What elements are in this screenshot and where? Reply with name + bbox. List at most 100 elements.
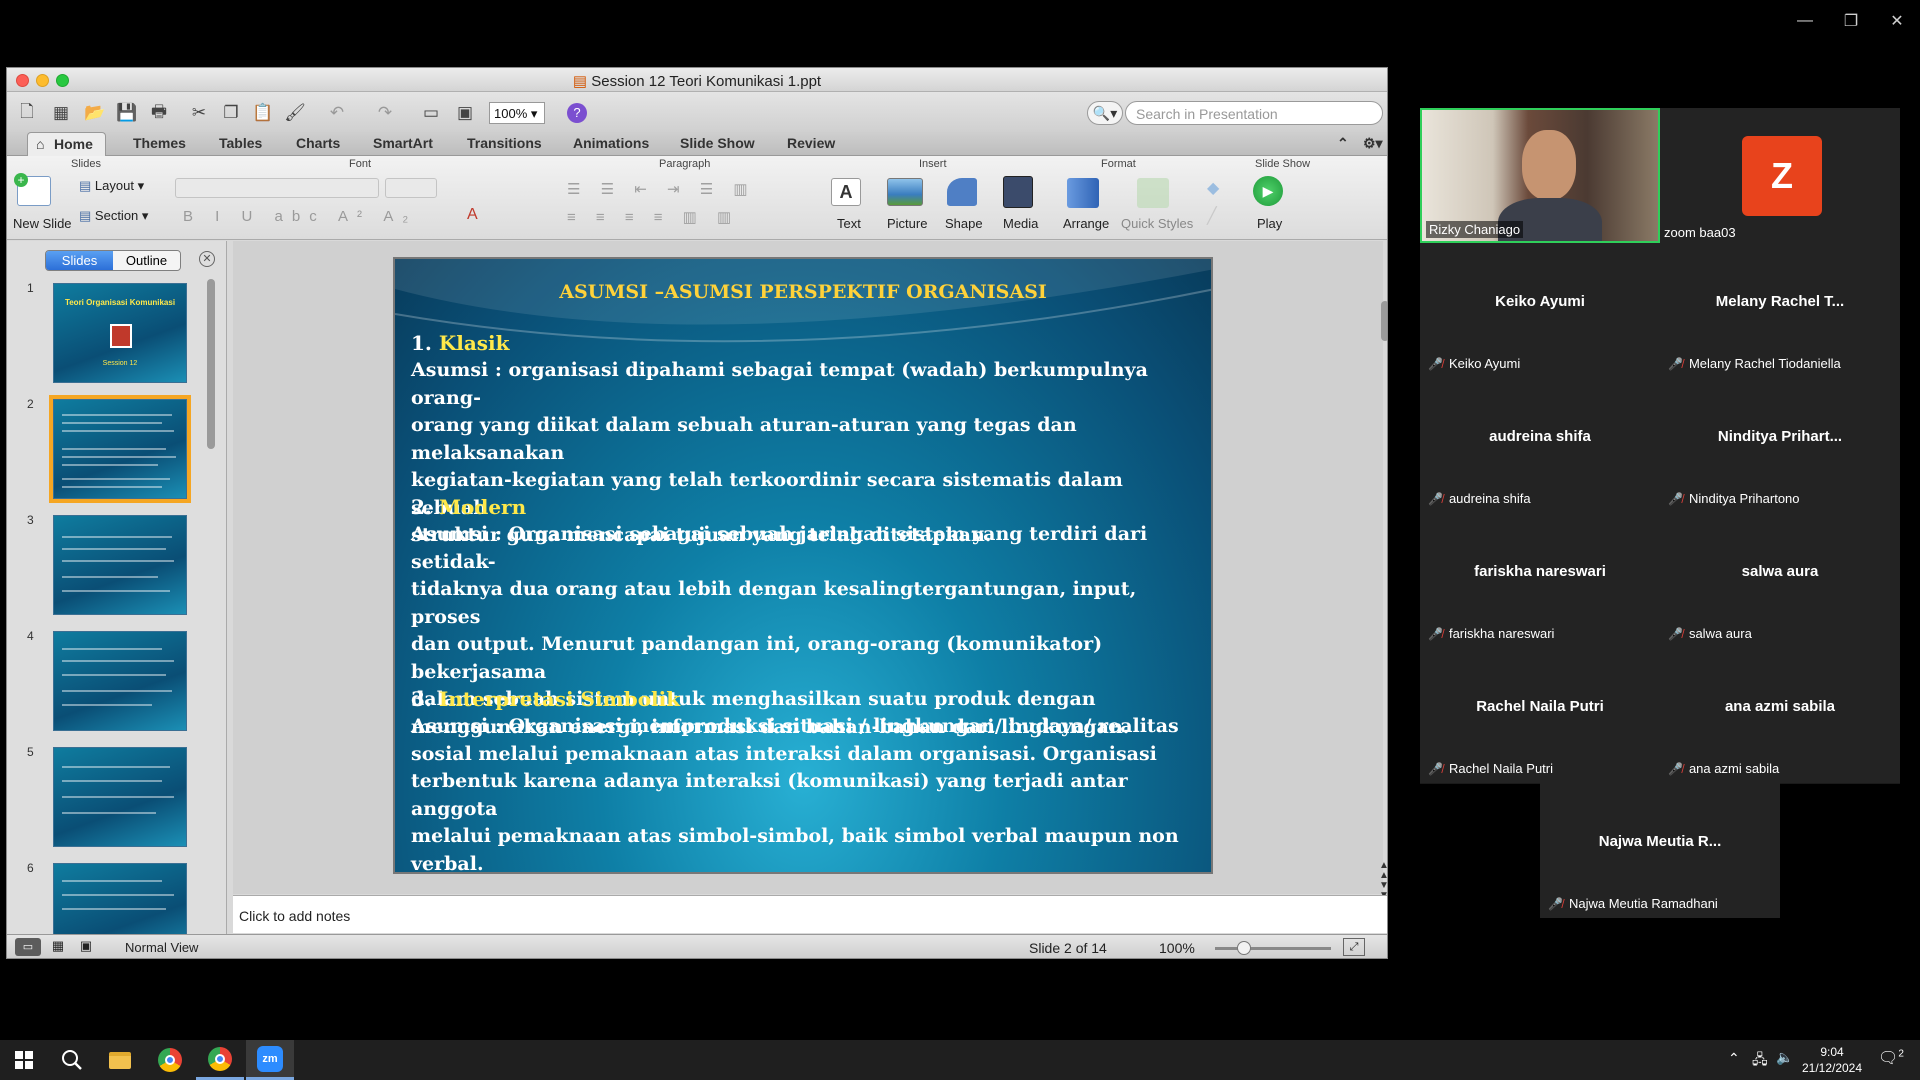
folder-icon: [109, 1051, 131, 1069]
open-icon[interactable]: 📂: [83, 102, 107, 124]
zoom-button[interactable]: zm: [246, 1040, 294, 1080]
video-tile-avatar[interactable]: Z zoom baa03: [1660, 108, 1900, 243]
network-icon[interactable]: 🖧: [1752, 1049, 1768, 1073]
text-box-icon[interactable]: A: [831, 178, 861, 206]
new-slide-icon[interactable]: +: [14, 173, 51, 206]
search-button[interactable]: [48, 1040, 96, 1080]
volume-icon[interactable]: 🔈: [1776, 1049, 1793, 1066]
cut-icon[interactable]: ✂: [187, 102, 211, 124]
search-input[interactable]: Search in Presentation: [1125, 101, 1383, 125]
play-button[interactable]: Play: [1257, 216, 1282, 231]
ribbon-settings-icon[interactable]: ⚙▾: [1363, 135, 1383, 152]
shape-icon[interactable]: [947, 178, 977, 206]
panel-scrollbar[interactable]: [207, 279, 215, 449]
sorter-view-icon[interactable]: ▦: [47, 938, 69, 956]
normal-view-icon[interactable]: ▭: [15, 938, 41, 956]
participant-tile[interactable]: Najwa Meutia R... 🎤̸ Najwa Meutia Ramadhan…: [1540, 783, 1780, 918]
layout-button[interactable]: ▤ Layout ▾: [79, 178, 144, 194]
line-color-icon[interactable]: ╱: [1207, 206, 1229, 225]
media-icon[interactable]: [1003, 176, 1033, 208]
text-button[interactable]: Text: [837, 216, 861, 231]
close-panel-icon[interactable]: ✕: [199, 251, 215, 267]
start-button[interactable]: [0, 1040, 48, 1080]
picture-button[interactable]: Picture: [887, 216, 927, 231]
participant-tile[interactable]: ana azmi sabila 🎤̸ ana azmi sabila: [1660, 648, 1900, 783]
group-paragraph-label: Paragraph: [659, 158, 711, 170]
chrome-button[interactable]: [146, 1040, 194, 1080]
tab-tables[interactable]: Tables: [219, 135, 262, 151]
tab-themes[interactable]: Themes: [133, 135, 186, 151]
zoom-select[interactable]: 100% ▾: [489, 102, 545, 124]
participant-tile[interactable]: Keiko Ayumi 🎤̸ Keiko Ayumi: [1420, 243, 1660, 378]
quick-styles-icon[interactable]: [1137, 178, 1169, 208]
shape-button[interactable]: Shape: [945, 216, 983, 231]
tab-animations[interactable]: Animations: [573, 135, 649, 151]
slide-thumbnail-2[interactable]: [49, 395, 191, 503]
clock[interactable]: 9:04 21/12/2024: [1800, 1044, 1864, 1076]
section-button[interactable]: ▤ Section ▾: [79, 208, 148, 224]
format-painter-icon[interactable]: 🖌: [283, 102, 307, 124]
participant-tile[interactable]: Rachel Naila Putri 🎤̸ Rachel Naila Putri: [1420, 648, 1660, 783]
redo-icon[interactable]: ↷: [373, 102, 397, 124]
tab-charts[interactable]: Charts: [296, 135, 340, 151]
slide-thumbnail-3[interactable]: [53, 515, 187, 615]
zoom-slider-thumb[interactable]: [1237, 941, 1251, 955]
font-color-button[interactable]: A: [467, 206, 478, 224]
video-tile-active-speaker[interactable]: Rizky Chaniago: [1420, 108, 1660, 243]
tab-slide-show[interactable]: Slide Show: [680, 135, 755, 151]
search-icon[interactable]: 🔍▾: [1087, 101, 1123, 125]
slide-thumbnail-4[interactable]: [53, 631, 187, 731]
slide-layout-icon[interactable]: ▭: [419, 102, 443, 124]
participant-tile[interactable]: Melany Rachel T... 🎤̸ Melany Rachel Tiodan…: [1660, 243, 1900, 378]
close-button[interactable]: ✕: [1882, 8, 1912, 34]
media-button[interactable]: Media: [1003, 216, 1038, 231]
tab-transitions[interactable]: Transitions: [467, 135, 542, 151]
arrange-button[interactable]: Arrange: [1063, 216, 1109, 231]
presenter-view-icon[interactable]: ▣: [75, 938, 97, 956]
new-slide-button[interactable]: New Slide: [13, 216, 72, 231]
print-icon[interactable]: 🖶: [147, 102, 171, 124]
tab-smartart[interactable]: SmartArt: [373, 135, 433, 151]
notes-field[interactable]: Click to add notes: [233, 895, 1387, 933]
new-icon[interactable]: 🗋: [15, 102, 39, 124]
slide-thumbnail-5[interactable]: [53, 747, 187, 847]
help-icon[interactable]: ?: [565, 102, 589, 124]
tab-review[interactable]: Review: [787, 135, 835, 151]
font-size-select[interactable]: [385, 178, 437, 198]
save-icon[interactable]: 💾: [115, 102, 139, 124]
slides-tab[interactable]: Slides: [46, 251, 113, 270]
minimize-icon: —: [1797, 12, 1813, 29]
file-explorer-button[interactable]: [96, 1040, 144, 1080]
templates-icon[interactable]: ▦: [49, 102, 73, 124]
slideshow-icon[interactable]: ▣: [453, 102, 477, 124]
zoom-slider[interactable]: [1215, 941, 1331, 955]
current-slide[interactable]: ASUMSI –ASUMSI PERSPEKTIF ORGANISASI 1. …: [393, 257, 1213, 874]
slide-thumbnail-1[interactable]: Teori Organisasi Komunikasi Session 12: [53, 283, 187, 383]
notifications-button[interactable]: 🗨2: [1878, 1048, 1904, 1068]
participant-tile[interactable]: salwa aura 🎤̸ salwa aura: [1660, 513, 1900, 648]
slide-thumbnail-6[interactable]: [53, 863, 187, 934]
undo-icon[interactable]: ↶: [325, 102, 349, 124]
play-icon[interactable]: ▶: [1253, 176, 1283, 206]
minimize-button[interactable]: —: [1790, 8, 1820, 34]
outline-tab[interactable]: Outline: [113, 251, 180, 270]
font-name-select[interactable]: [175, 178, 379, 198]
arrange-icon[interactable]: [1067, 178, 1099, 208]
participant-tile[interactable]: Ninditya Prihart... 🎤̸ Ninditya Prihartono: [1660, 378, 1900, 513]
collapse-ribbon-icon[interactable]: ⌃: [1337, 135, 1349, 152]
fit-window-icon[interactable]: ⤢: [1343, 938, 1365, 956]
quick-styles-button[interactable]: Quick Styles: [1121, 216, 1193, 231]
copy-icon[interactable]: ❐: [219, 102, 243, 124]
paste-icon[interactable]: 📋: [251, 102, 275, 124]
participant-tile[interactable]: audreina shifa 🎤̸ audreina shifa: [1420, 378, 1660, 513]
thumb-title: Teori Organisasi Komunikasi: [64, 298, 176, 307]
fill-color-icon[interactable]: ◆: [1207, 178, 1229, 197]
tray-expand-icon[interactable]: ⌃: [1728, 1050, 1740, 1067]
participant-tile[interactable]: fariskha nareswari 🎤̸ fariskha nareswari: [1420, 513, 1660, 648]
font-format-buttons[interactable]: B I U abc A² A₂: [183, 208, 417, 225]
canvas-scrollbar[interactable]: [1381, 301, 1387, 341]
picture-icon[interactable]: [887, 178, 923, 206]
chrome-profile-button[interactable]: [196, 1040, 244, 1080]
restore-button[interactable]: ❐: [1836, 8, 1866, 34]
tab-home[interactable]: ⌂ Home: [27, 132, 106, 156]
